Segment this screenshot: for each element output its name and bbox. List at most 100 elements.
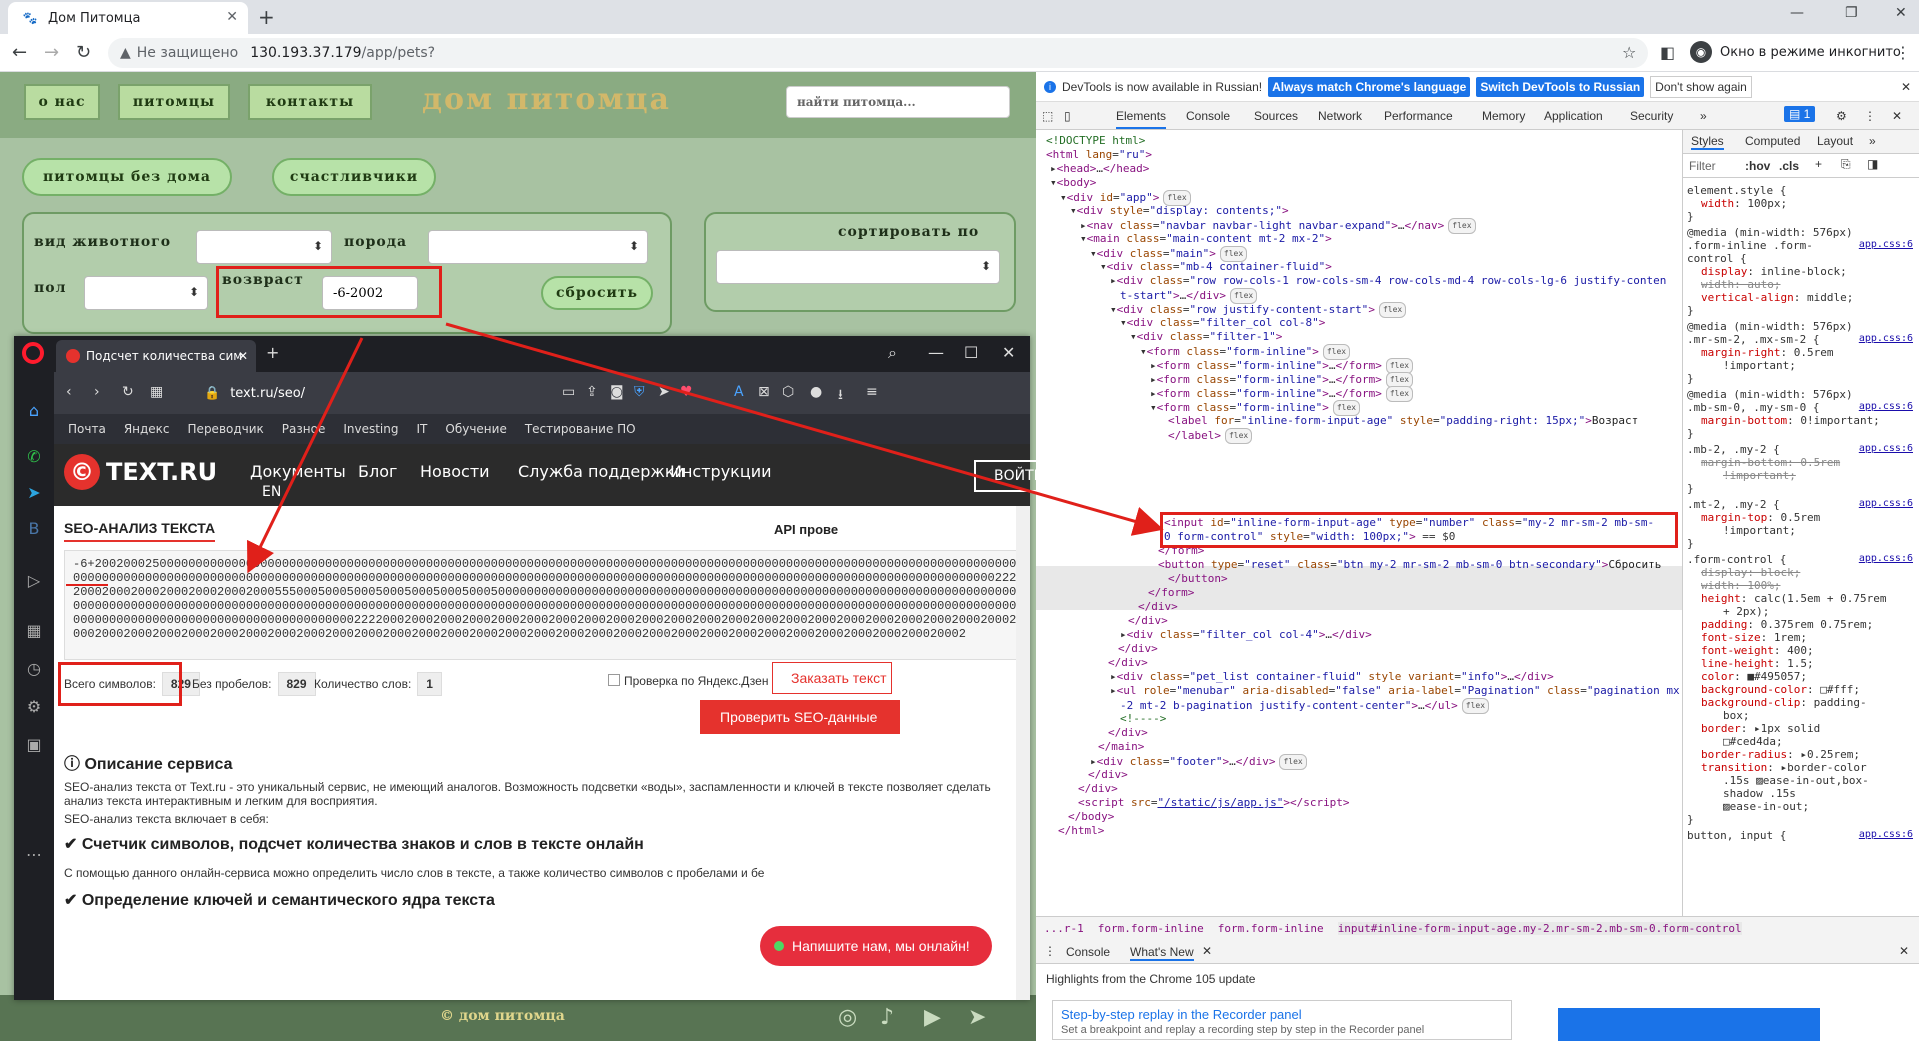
css-decl[interactable]: vertical-align: middle; <box>1701 291 1853 304</box>
tab-memory[interactable]: Memory <box>1482 109 1525 123</box>
more-style-tabs-icon[interactable]: » <box>1869 134 1876 148</box>
css-rule[interactable]: } <box>1687 304 1694 317</box>
lucky-pets-button[interactable]: счастливчики <box>272 158 436 196</box>
opera-send-icon[interactable]: ➤ <box>658 384 670 400</box>
order-text-button[interactable]: Заказать текст <box>772 662 892 694</box>
opera-share-icon[interactable]: ⇪ <box>586 384 598 400</box>
youtube-icon[interactable]: ▶ <box>924 1005 941 1030</box>
dom-line[interactable]: ▾<main class="main-content mt-2 mx-2"> <box>1080 232 1332 246</box>
crumb-item-selected[interactable]: input#inline-form-input-age.my-2.mr-sm-2… <box>1337 922 1742 935</box>
css-decl[interactable]: font-weight: 400; <box>1701 644 1814 657</box>
dom-line[interactable]: </html> <box>1058 824 1104 838</box>
css-rule[interactable]: } <box>1687 813 1694 826</box>
add-rule-icon[interactable]: + <box>1815 157 1822 171</box>
dom-line[interactable]: ▸<div class="filter_col col-4">…</div> <box>1120 628 1372 642</box>
player-icon[interactable]: ▷ <box>22 568 46 592</box>
css-decl[interactable]: display: block; <box>1701 566 1800 579</box>
opera-tab[interactable]: Подсчет количества сим ✕ <box>56 340 256 372</box>
css-decl[interactable]: .15s ▨ease-in-out,box- <box>1723 774 1869 787</box>
css-rule[interactable]: button, input { <box>1687 829 1786 842</box>
more-icon[interactable]: ⋯ <box>22 842 46 866</box>
styles-filter-input[interactable]: Filter <box>1689 159 1716 173</box>
opera-camera-icon[interactable]: ◙ <box>610 384 624 400</box>
css-decl[interactable]: width: 100%; <box>1701 579 1780 592</box>
tab-layout[interactable]: Layout <box>1817 134 1853 148</box>
dom-line[interactable]: ▸<div class="pet_list container-fluid" s… <box>1110 670 1554 684</box>
css-decl[interactable]: height: calc(1.5em + 0.75rem <box>1701 592 1886 605</box>
incognito-badge[interactable]: ◉ Окно в режиме инкогнито <box>1690 41 1901 63</box>
opera-address-bar[interactable]: 🔒 text.ru/seo/ <box>204 380 644 406</box>
css-source-link[interactable]: app.css:6 <box>1859 553 1913 564</box>
dom-line[interactable]: ▸<head>…</head> <box>1050 162 1149 176</box>
sidepanel-icon[interactable]: ◧ <box>1660 43 1675 62</box>
dom-line[interactable]: </div> <box>1078 782 1118 796</box>
opera-close-tab-icon[interactable]: ✕ <box>238 349 248 363</box>
css-rule[interactable]: .mt-2, .my-2 { <box>1687 498 1780 511</box>
dom-line[interactable]: </div> <box>1128 614 1168 628</box>
drawer-tab-close-icon[interactable]: ✕ <box>1202 944 1212 958</box>
css-rule[interactable]: .form-inline .form- <box>1687 239 1813 252</box>
textru-logo[interactable]: © TEXT.RU <box>64 454 217 490</box>
opera-close-icon[interactable]: ✕ <box>1002 343 1015 362</box>
css-rule[interactable]: .mb-sm-0, .my-sm-0 { <box>1687 401 1819 414</box>
vk-icon[interactable]: В <box>22 516 46 540</box>
opera-forward-icon[interactable]: › <box>94 384 100 400</box>
homeless-pets-button[interactable]: питомцы без дома <box>22 158 232 196</box>
telegram-sidebar-icon[interactable]: ➤ <box>22 480 46 504</box>
dom-line[interactable]: ▾<div style="display: contents;"> <box>1070 204 1289 218</box>
css-rule[interactable]: } <box>1687 427 1694 440</box>
css-decl[interactable]: border: ▸1px solid <box>1701 722 1820 735</box>
menu-instructions[interactable]: Инструкции <box>670 462 772 481</box>
bookmark-it[interactable]: IT <box>417 422 428 436</box>
opera-tabs-icon[interactable]: ▦ <box>150 384 163 400</box>
crumb-item[interactable]: form.form-inline <box>1218 922 1324 935</box>
bookmark-learning[interactable]: Обучение <box>445 422 506 436</box>
dom-line[interactable]: </button> <box>1168 572 1228 586</box>
css-rule[interactable]: @media (min-width: 576px) <box>1687 226 1853 239</box>
css-rule[interactable]: .mr-sm-2, .mx-sm-2 { <box>1687 333 1819 346</box>
css-decl[interactable]: margin-bottom: 0.5rem <box>1701 456 1840 469</box>
devtools-settings-icon[interactable]: ⚙ <box>1836 109 1847 123</box>
opera-search-icon[interactable]: ⌕ <box>888 343 897 363</box>
devtools-close-icon[interactable]: ✕ <box>1892 109 1902 123</box>
settings-icon[interactable]: ⚙ <box>22 694 46 718</box>
css-rule[interactable]: @media (min-width: 576px) <box>1687 388 1853 401</box>
css-rule[interactable]: @media (min-width: 576px) <box>1687 320 1853 333</box>
api-link[interactable]: API прове <box>774 522 838 537</box>
sidebar-toggle-icon[interactable]: ◨ <box>1867 157 1878 171</box>
dom-line[interactable]: </div> <box>1108 656 1148 670</box>
crumb-item[interactable]: ...r-1 <box>1044 922 1084 935</box>
devtools-menu-icon[interactable]: ⋮ <box>1864 109 1876 123</box>
css-source-link[interactable]: app.css:6 <box>1859 333 1913 344</box>
dom-line[interactable]: ▾<body> <box>1050 176 1096 190</box>
opera-maximize-icon[interactable]: ☐ <box>964 343 978 362</box>
minimize-icon[interactable]: — <box>1790 5 1804 21</box>
more-tabs-icon[interactable]: » <box>1700 109 1707 123</box>
css-decl[interactable]: □#ced4da; <box>1723 735 1783 748</box>
bookmark-testing[interactable]: Тестирование ПО <box>525 422 636 436</box>
tab-security[interactable]: Security <box>1630 109 1673 123</box>
crumb-item[interactable]: form.form-inline <box>1098 922 1204 935</box>
css-decl[interactable]: ▨ease-in-out; <box>1723 800 1809 813</box>
issues-badge[interactable]: ▤ 1 <box>1784 106 1816 122</box>
hov-toggle[interactable]: :hov <box>1745 159 1770 173</box>
drawer-menu-icon[interactable]: ⋮ <box>1044 944 1056 958</box>
dom-line[interactable]: </div> <box>1108 726 1148 740</box>
bookmark-yandex[interactable]: Яндекс <box>124 422 170 436</box>
css-rule[interactable]: element.style { <box>1687 184 1786 197</box>
dom-line[interactable]: </body> <box>1068 810 1114 824</box>
opera-cube-icon[interactable]: ⬡ <box>782 384 794 400</box>
tab-application[interactable]: Application <box>1544 109 1603 123</box>
css-decl[interactable]: width: auto; <box>1701 278 1780 291</box>
bookmark-investing[interactable]: Investing <box>343 422 398 436</box>
bookmark-misc[interactable]: Разное <box>282 422 326 436</box>
sort-select[interactable] <box>716 250 1000 284</box>
close-window-icon[interactable]: ✕ <box>1895 5 1907 21</box>
menu-blog[interactable]: Блог <box>358 462 397 481</box>
history-icon[interactable]: ◷ <box>22 656 46 680</box>
css-decl[interactable]: !important; <box>1723 524 1796 537</box>
tab-computed[interactable]: Computed <box>1745 134 1800 148</box>
css-source-link[interactable]: app.css:6 <box>1859 498 1913 509</box>
switch-russian-button[interactable]: Switch DevTools to Russian <box>1476 76 1645 97</box>
dom-line[interactable]: </label> flex <box>1168 428 1253 444</box>
